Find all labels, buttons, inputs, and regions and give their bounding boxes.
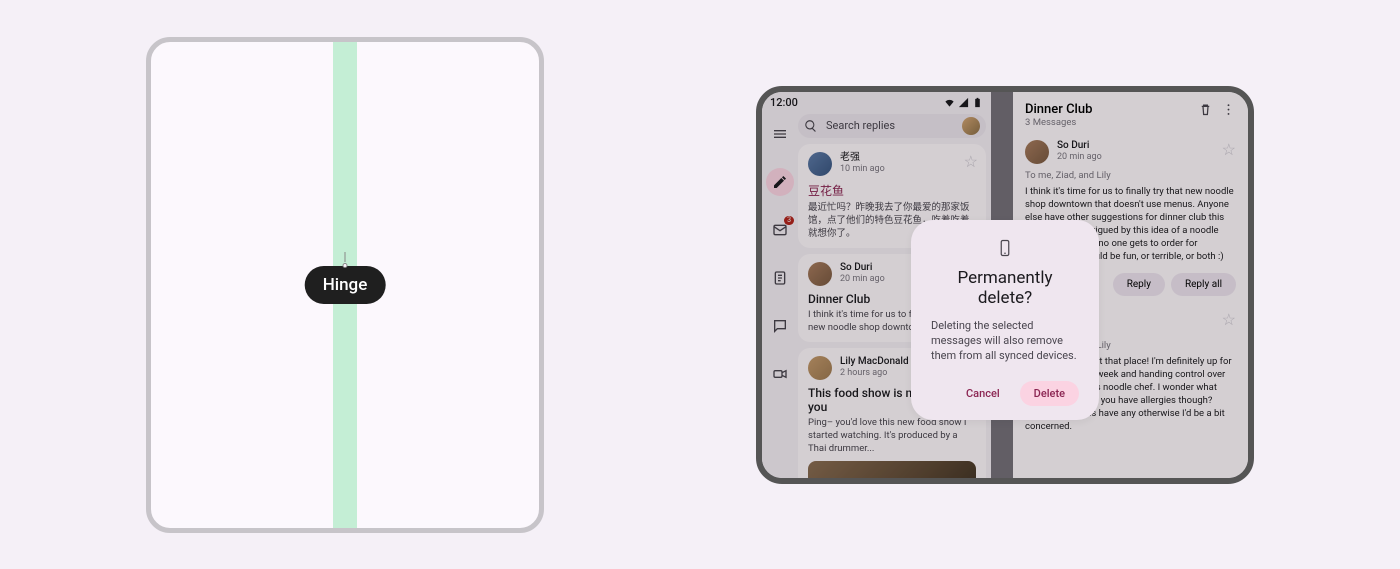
- dialog-body: Deleting the selected messages will also…: [931, 318, 1079, 363]
- dialog-title: Permanently delete?: [931, 268, 1079, 308]
- hinge-indicator-dot: [343, 263, 348, 268]
- phone-icon: [931, 238, 1079, 262]
- hinge-label-pill: Hinge: [305, 266, 386, 304]
- cancel-button[interactable]: Cancel: [952, 381, 1014, 406]
- confirm-dialog: Permanently delete? Deleting the selecte…: [911, 220, 1099, 420]
- hinge-indicator-line: [345, 252, 346, 262]
- foldable-device-frame: Hinge: [146, 37, 544, 533]
- tablet-device-frame: 12:00 3 Search replies 老强10 min: [756, 86, 1254, 484]
- delete-button[interactable]: Delete: [1020, 381, 1079, 406]
